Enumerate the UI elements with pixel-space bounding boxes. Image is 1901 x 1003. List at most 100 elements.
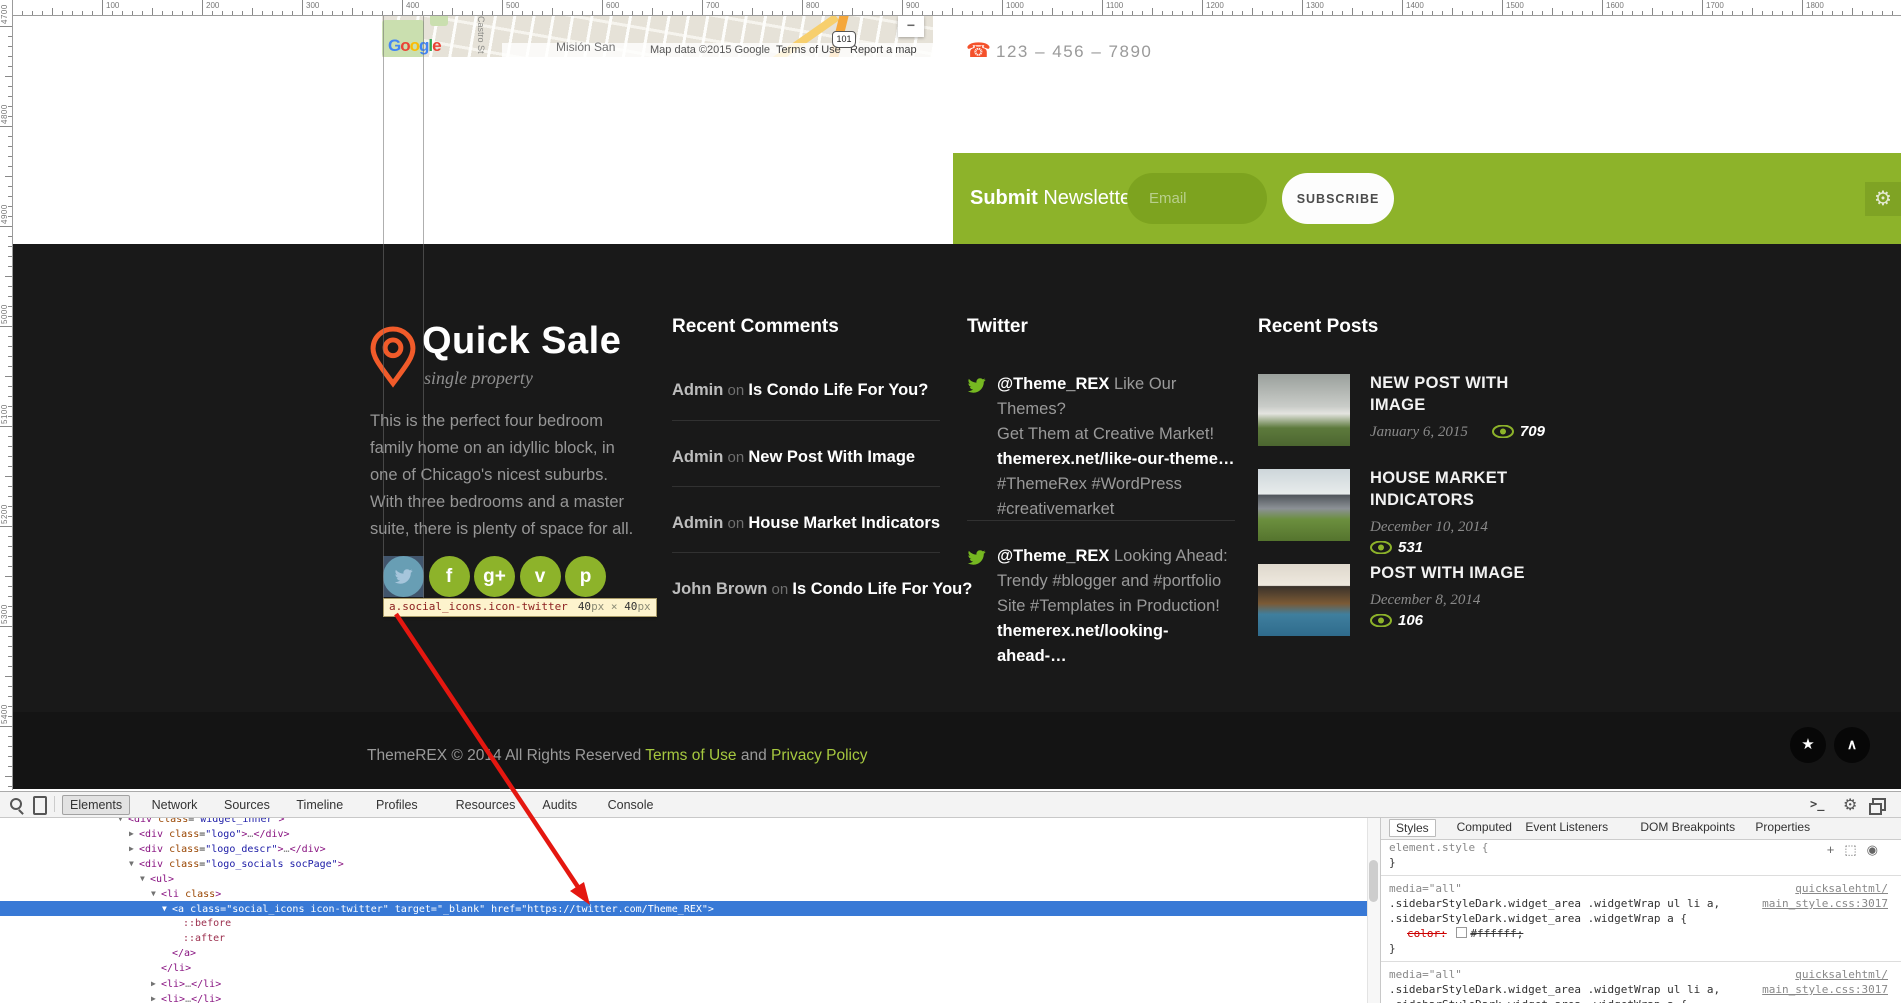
email-input[interactable]	[1127, 173, 1267, 224]
newsletter-title-bold: Submit	[970, 187, 1038, 209]
theme-options-button[interactable]: ⚙	[1865, 182, 1901, 216]
brand-description: This is the perfect four bedroom family …	[370, 408, 638, 543]
ruler-label: 700	[706, 1, 719, 10]
privacy-policy-link[interactable]: Privacy Policy	[771, 747, 867, 764]
chevron-up-icon: ∧	[1847, 736, 1857, 752]
comment-post-link[interactable]: House Market Indicators	[748, 514, 940, 532]
twitter-bird-icon	[967, 548, 986, 572]
stylesheet-link[interactable]: quicksalehtml/	[1795, 967, 1888, 982]
devtools-tab-timeline[interactable]: Timeline	[296, 796, 343, 814]
device-mode-icon[interactable]	[33, 796, 47, 815]
google-logo-letter: e	[432, 36, 440, 56]
social-icon-pinterest[interactable]: p	[565, 556, 606, 597]
brand-name[interactable]: Quick Sale	[422, 320, 621, 363]
stylesheet-link[interactable]: quicksalehtml/	[1795, 881, 1888, 896]
ruler-label: 5100	[0, 390, 10, 424]
styles-tab-computed[interactable]: Computed	[1457, 820, 1512, 834]
map-terms-link[interactable]: Terms of Use	[776, 44, 841, 56]
social-icon-vimeo[interactable]: v	[520, 556, 561, 597]
post-title-link[interactable]: HOUSE MARKETINDICATORS	[1370, 467, 1568, 511]
elements-tree-panel[interactable]: ▼<div class="widget_inner">▶<div class="…	[0, 817, 1367, 1003]
google-map-embed[interactable]: Castro St Misión San Google Map data ©20…	[382, 12, 933, 57]
twitter-heading: Twitter	[967, 316, 1028, 338]
devtools-tab-profiles[interactable]: Profiles	[376, 796, 418, 814]
tree-row[interactable]: </a>	[0, 946, 1367, 961]
post-thumbnail[interactable]	[1258, 564, 1350, 636]
devtools-tab-network[interactable]: Network	[152, 796, 198, 814]
stylesheet-link[interactable]: main_style.css:3017	[1762, 896, 1888, 911]
color-swatch[interactable]	[1456, 927, 1467, 938]
pinterest-icon: p	[580, 566, 592, 587]
devtools-tab-elements[interactable]: Elements	[62, 795, 130, 815]
comment-post-link[interactable]: New Post With Image	[748, 448, 915, 466]
post-meta: December 10, 2014	[1370, 518, 1568, 536]
vimeo-icon: v	[535, 566, 546, 587]
tree-row[interactable]: ::before	[0, 916, 1367, 931]
terms-of-use-link[interactable]: Terms of Use	[645, 747, 736, 764]
elements-scrollbar-thumb[interactable]	[1369, 860, 1378, 902]
dock-side-icon[interactable]	[1872, 798, 1886, 811]
post-title-link[interactable]: NEW POST WITHIMAGE	[1370, 372, 1568, 416]
devtools-tab-console[interactable]: Console	[608, 796, 654, 814]
elements-scrollbar[interactable]	[1367, 817, 1381, 1003]
styles-tab-properties[interactable]: Properties	[1755, 820, 1810, 834]
search-icon[interactable]	[10, 798, 22, 810]
styles-tab-styles[interactable]: Styles	[1389, 819, 1436, 837]
social-icon-facebook[interactable]: f	[429, 556, 470, 597]
ruler-label: 1800	[1806, 1, 1824, 10]
devtools-settings-icon[interactable]: ⚙	[1843, 795, 1857, 815]
styles-tab-dom-breakpoints[interactable]: DOM Breakpoints	[1640, 820, 1735, 834]
map-report-error-link[interactable]: Report a map error	[850, 44, 933, 57]
tree-row[interactable]: ▶<div class="logo_descr">…</div>	[0, 841, 1367, 856]
comment-post-link[interactable]: Is Condo Life For You?	[792, 580, 972, 598]
inspector-highlight-box	[383, 556, 424, 597]
map-street-label: Castro St	[476, 16, 486, 54]
tree-row[interactable]: ::after	[0, 931, 1367, 946]
post-view-count: 106	[1370, 612, 1423, 629]
tree-row[interactable]: ▶<li>…</li>	[0, 976, 1367, 991]
comment-author: Admin	[672, 448, 723, 466]
devtools-horizontal-ruler: 1002003004005006007008009001000110012001…	[0, 0, 1901, 16]
tweet-text: @Theme_REX Looking Ahead:Trendy #blogger…	[997, 544, 1237, 669]
style-selector: .sidebarStyleDark.widget_area .widgetWra…	[1381, 911, 1901, 926]
devtools-tab-resources[interactable]: Resources	[456, 796, 516, 814]
map-zoom-out-button[interactable]: −	[898, 16, 924, 37]
post-thumbnail[interactable]	[1258, 374, 1350, 446]
post-title-link[interactable]: POST WITH IMAGE	[1370, 562, 1568, 584]
element-style-open: element.style {	[1381, 840, 1901, 855]
tweet-text: @Theme_REX Like Our Themes?Get Them at C…	[997, 372, 1237, 522]
newsletter-bar: Submit Newsletter SUBSCRIBE ⚙	[953, 153, 1901, 244]
scroll-top-button[interactable]: ∧	[1834, 727, 1870, 763]
media-query: media="all"quicksalehtml/	[1381, 881, 1901, 896]
console-drawer-icon[interactable]: >_	[1810, 797, 1824, 811]
star-icon: ★	[1801, 736, 1814, 753]
close-brace: }	[1381, 855, 1901, 870]
styles-tab-event-listeners[interactable]: Event Listeners	[1525, 820, 1608, 834]
stylesheet-link[interactable]: main_style.css:3017	[1762, 982, 1888, 997]
inspector-tooltip: a.social_icons.icon-twitter40px × 40px	[383, 598, 657, 617]
tree-row[interactable]: ▼<ul>	[0, 871, 1367, 886]
phone-icon: ☎	[966, 38, 991, 63]
devtools-tab-audits[interactable]: Audits	[542, 796, 577, 814]
tree-row-selected[interactable]: ▼<a class="social_icons icon-twitter" ta…	[0, 901, 1367, 916]
tree-row[interactable]: </li>	[0, 961, 1367, 976]
devtools-tab-sources[interactable]: Sources	[224, 796, 270, 814]
tree-row[interactable]: ▼<div class="widget_inner">	[0, 817, 1367, 826]
post-item: HOUSE MARKETINDICATORSDecember 10, 20145…	[1258, 467, 1568, 557]
tree-row[interactable]: ▶<div class="logo">…</div>	[0, 826, 1367, 841]
tree-row[interactable]: ▼<div class="logo_socials socPage">	[0, 856, 1367, 871]
tree-row[interactable]: ▶<li>…</li>	[0, 991, 1367, 1003]
tweet-link[interactable]: themerex.net/looking-ahead-…	[997, 622, 1168, 665]
tweet-link[interactable]: themerex.net/like-our-theme…	[997, 450, 1234, 468]
comment-post-link[interactable]: Is Condo Life For You?	[748, 381, 928, 399]
post-view-count: 709	[1492, 423, 1545, 440]
newsletter-title-rest: Newsletter	[1038, 187, 1138, 209]
social-icon-google-plus[interactable]: g+	[474, 556, 515, 597]
subscribe-button[interactable]: SUBSCRIBE	[1282, 173, 1394, 224]
tree-row[interactable]: ▼<li class>	[0, 886, 1367, 901]
recent-comments-list: Admin on Is Condo Life For You?Admin on …	[672, 368, 940, 618]
ruler-label: 600	[606, 1, 619, 10]
post-date: December 8, 2014	[1370, 592, 1480, 608]
favorites-button[interactable]: ★	[1790, 727, 1826, 763]
post-thumbnail[interactable]	[1258, 469, 1350, 541]
